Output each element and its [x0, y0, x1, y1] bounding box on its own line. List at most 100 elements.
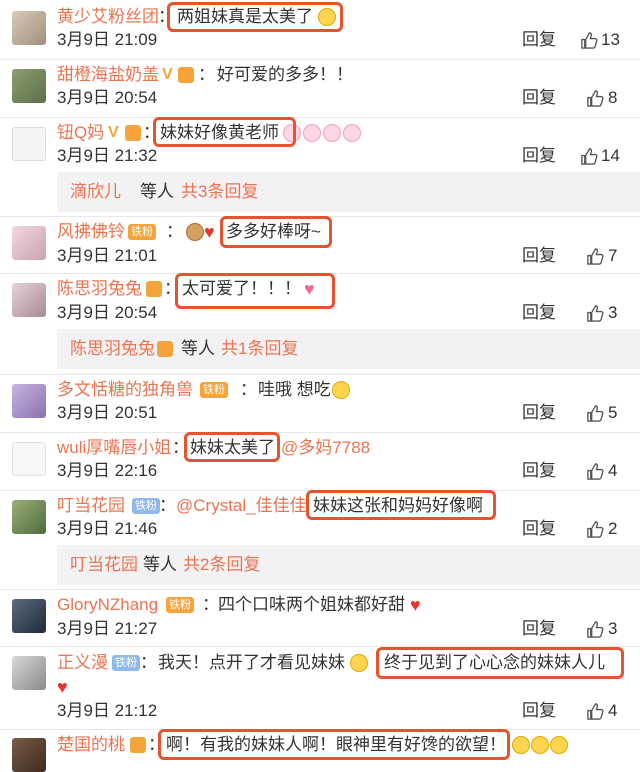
thumbs-up-icon[interactable] [580, 147, 599, 166]
vip-icon: V [162, 66, 173, 83]
reply-button[interactable]: 回复 [522, 618, 556, 640]
fan-badge [178, 67, 194, 83]
avatar[interactable] [12, 738, 46, 772]
like-count: 2 [608, 519, 618, 538]
thumbs-up-icon[interactable] [586, 89, 605, 108]
like-count: 4 [608, 461, 618, 480]
comment-username[interactable]: wuli厚嘴唇小姐 [57, 437, 171, 459]
rabbit-emoji-icon [283, 124, 301, 142]
comment-text: 终于见到了心心念的妹妹人儿 [384, 653, 605, 672]
emoji-face-icon [186, 223, 204, 241]
comment-separator: ： [140, 653, 157, 672]
comment-username[interactable]: 黄少艾粉丝团 [57, 6, 159, 28]
divider [0, 646, 640, 647]
comment-date: 3月9日 20:51 [57, 403, 158, 422]
divider [0, 432, 640, 433]
comment-username[interactable]: 楚国的桃 [57, 734, 125, 756]
avatar[interactable] [12, 500, 46, 534]
reply-button[interactable]: 回复 [522, 402, 556, 424]
comment-separator: ： [148, 735, 165, 754]
avatar[interactable] [12, 226, 46, 260]
mention-link[interactable]: @多妈7788 [281, 437, 370, 459]
comment-username[interactable]: 甜橙海盐奶盖 [57, 64, 159, 86]
thumbs-up-icon[interactable] [586, 304, 605, 323]
comment-username[interactable]: GloryNZhang [57, 594, 158, 616]
comment-text: 两姐妹真是太美了 [177, 7, 313, 26]
sub-reply-count[interactable]: 共2条回复 [183, 554, 260, 576]
reply-button[interactable]: 回复 [522, 302, 556, 324]
reply-button[interactable]: 回复 [522, 87, 556, 109]
comment-separator: ： [240, 380, 257, 399]
fan-badge [146, 281, 162, 297]
sub-reply-label: 等人 [181, 339, 215, 358]
emoji-face-icon [531, 736, 549, 754]
avatar[interactable] [12, 283, 46, 317]
comment-username[interactable]: 正义漫 [57, 652, 108, 674]
fan-badge: 铁粉 [128, 224, 156, 240]
avatar[interactable] [12, 127, 46, 161]
thumbs-up-icon[interactable] [586, 702, 605, 721]
sub-reply-username[interactable]: 滴欣儿 [70, 181, 121, 203]
comment-username[interactable]: 风拂佛铃 [57, 221, 125, 243]
emoji-face-icon [332, 381, 350, 399]
comment-separator: ： [172, 438, 189, 457]
like-count: 3 [608, 303, 618, 322]
thumbs-up-icon[interactable] [586, 404, 605, 423]
reply-button[interactable]: 回复 [522, 245, 556, 267]
like-count: 3 [608, 619, 618, 638]
divider [0, 729, 640, 730]
comment-username[interactable]: 多文恬糖的独角兽 [57, 379, 193, 401]
sub-reply-count[interactable]: 共3条回复 [181, 181, 258, 203]
comment-text: 妹妹太美了 [190, 438, 275, 457]
sub-reply-label: 等人 [140, 182, 174, 201]
reply-button[interactable]: 回复 [522, 700, 556, 722]
comment-separator: ： [202, 595, 219, 614]
avatar[interactable] [12, 384, 46, 418]
comment-username[interactable]: 钮Q妈 [57, 122, 104, 144]
sub-reply-username[interactable]: 陈思羽兔兔 [70, 338, 155, 360]
sub-replies-bar[interactable]: 叮当花园 等人 共2条回复 [57, 545, 640, 585]
rabbit-emoji-icon [303, 124, 321, 142]
rabbit-emoji-icon [343, 124, 361, 142]
heart-icon: ♥ [204, 222, 215, 242]
vip-icon: V [108, 124, 119, 141]
comment-date: 3月9日 21:12 [57, 701, 158, 720]
sub-reply-count[interactable]: 共1条回复 [221, 338, 298, 360]
reply-button[interactable]: 回复 [522, 145, 556, 167]
avatar[interactable] [12, 69, 46, 103]
comment-date: 3月9日 21:01 [57, 246, 158, 265]
comment-username[interactable]: 陈思羽兔兔 [57, 278, 142, 300]
sub-replies-bar[interactable]: 陈思羽兔兔 等人 共1条回复 [57, 329, 640, 369]
thumbs-up-icon[interactable] [586, 620, 605, 639]
comment-date: 3月9日 21:46 [57, 519, 158, 538]
avatar[interactable] [12, 442, 46, 476]
divider [0, 216, 640, 217]
fan-badge [125, 125, 141, 141]
divider [0, 59, 640, 60]
avatar[interactable] [12, 11, 46, 45]
sub-reply-label: 等人 [143, 555, 177, 574]
comment-separator: ： [159, 496, 176, 515]
emoji-face-icon [512, 736, 530, 754]
fan-badge: 铁粉 [166, 597, 194, 613]
reply-button[interactable]: 回复 [522, 29, 556, 51]
comment-date: 3月9日 21:27 [57, 619, 158, 638]
mention-link[interactable]: @Crystal_佳佳佳 [176, 495, 307, 517]
avatar[interactable] [12, 656, 46, 690]
comment-date: 3月9日 21:09 [57, 30, 158, 49]
comment-username[interactable]: 叮当花园 [57, 495, 125, 517]
fan-badge: 铁粉 [200, 382, 228, 398]
reply-button[interactable]: 回复 [522, 518, 556, 540]
sub-reply-username[interactable]: 叮当花园 [70, 554, 138, 576]
reply-button[interactable]: 回复 [522, 460, 556, 482]
thumbs-up-icon[interactable] [580, 31, 599, 50]
heart-icon: ♥ [304, 279, 315, 299]
sub-replies-bar[interactable]: 滴欣儿 等人 共3条回复 [57, 172, 640, 212]
comment-text: 啊！有我的妹妹人啊！眼神里有好馋的欲望！ [166, 735, 506, 754]
thumbs-up-icon[interactable] [586, 520, 605, 539]
thumbs-up-icon[interactable] [586, 247, 605, 266]
comment-date: 3月9日 21:32 [57, 146, 158, 165]
fan-badge: 铁粉 [132, 498, 160, 514]
avatar[interactable] [12, 599, 46, 633]
thumbs-up-icon[interactable] [586, 462, 605, 481]
